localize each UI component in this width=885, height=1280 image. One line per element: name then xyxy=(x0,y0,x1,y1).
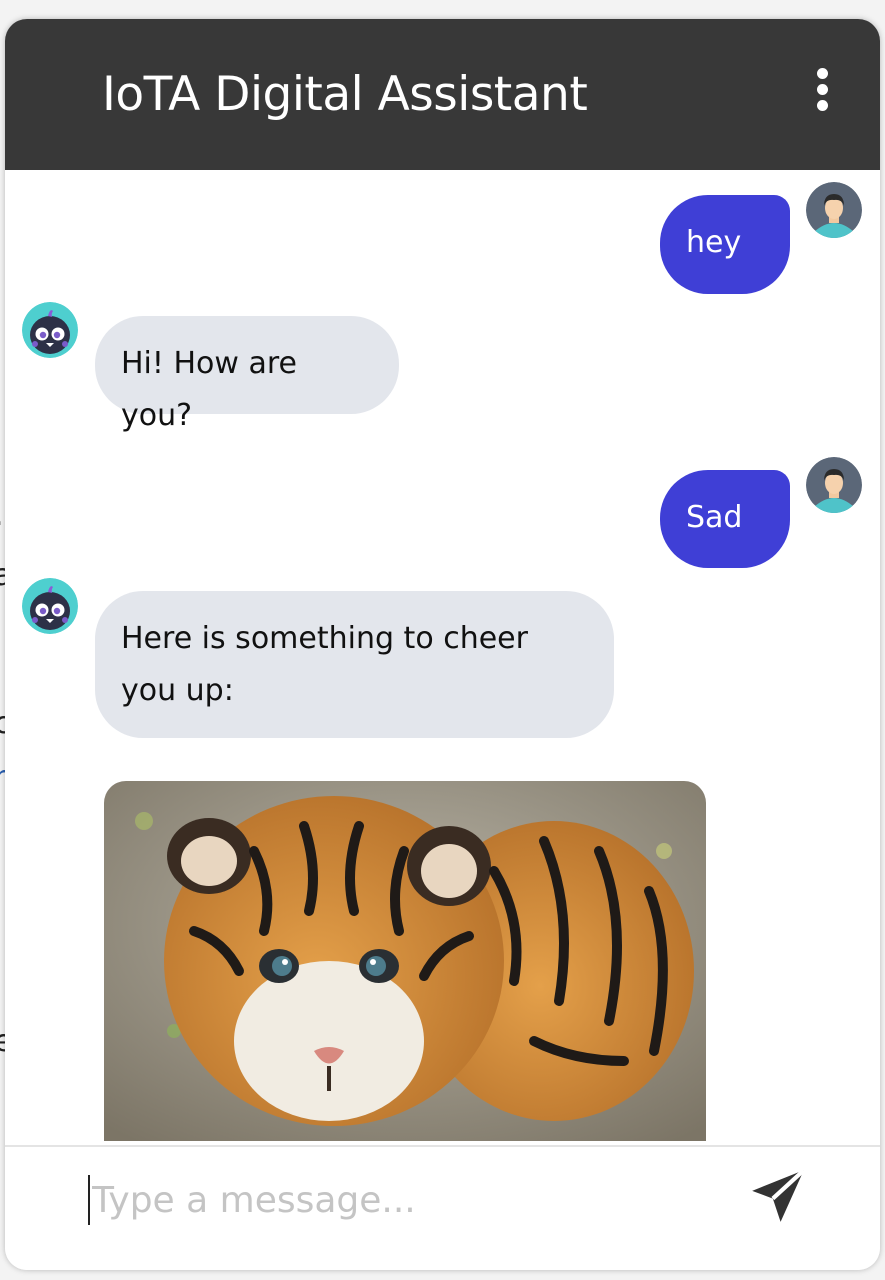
message-list[interactable]: hey Hi! How are you? Sad Here is somethi… xyxy=(5,170,880,1145)
user-message-bubble: Sad xyxy=(660,470,790,568)
message-composer xyxy=(5,1147,880,1270)
send-icon[interactable] xyxy=(747,1165,809,1227)
bot-avatar-icon xyxy=(22,302,78,358)
bot-message-bubble: Hi! How are you? xyxy=(95,316,399,433)
message-input[interactable] xyxy=(88,1175,712,1225)
tiger-cub-image[interactable] xyxy=(104,781,706,1141)
chat-header: IoTA Digital Assistant xyxy=(5,19,880,170)
background-text-fragment: l xyxy=(0,912,2,947)
user-avatar-icon xyxy=(806,182,862,238)
user-avatar-icon xyxy=(806,457,862,513)
bot-message-bubble: Here is something to cheer you up: xyxy=(95,591,614,738)
bot-avatar-icon xyxy=(22,578,78,634)
chat-title: IoTA Digital Assistant xyxy=(102,67,588,122)
chat-widget: IoTA Digital Assistant hey Hi! How are y… xyxy=(5,19,880,1270)
user-message-bubble: hey xyxy=(660,195,790,294)
kebab-menu-icon[interactable] xyxy=(803,61,843,117)
background-text-fragment: . xyxy=(0,498,4,533)
